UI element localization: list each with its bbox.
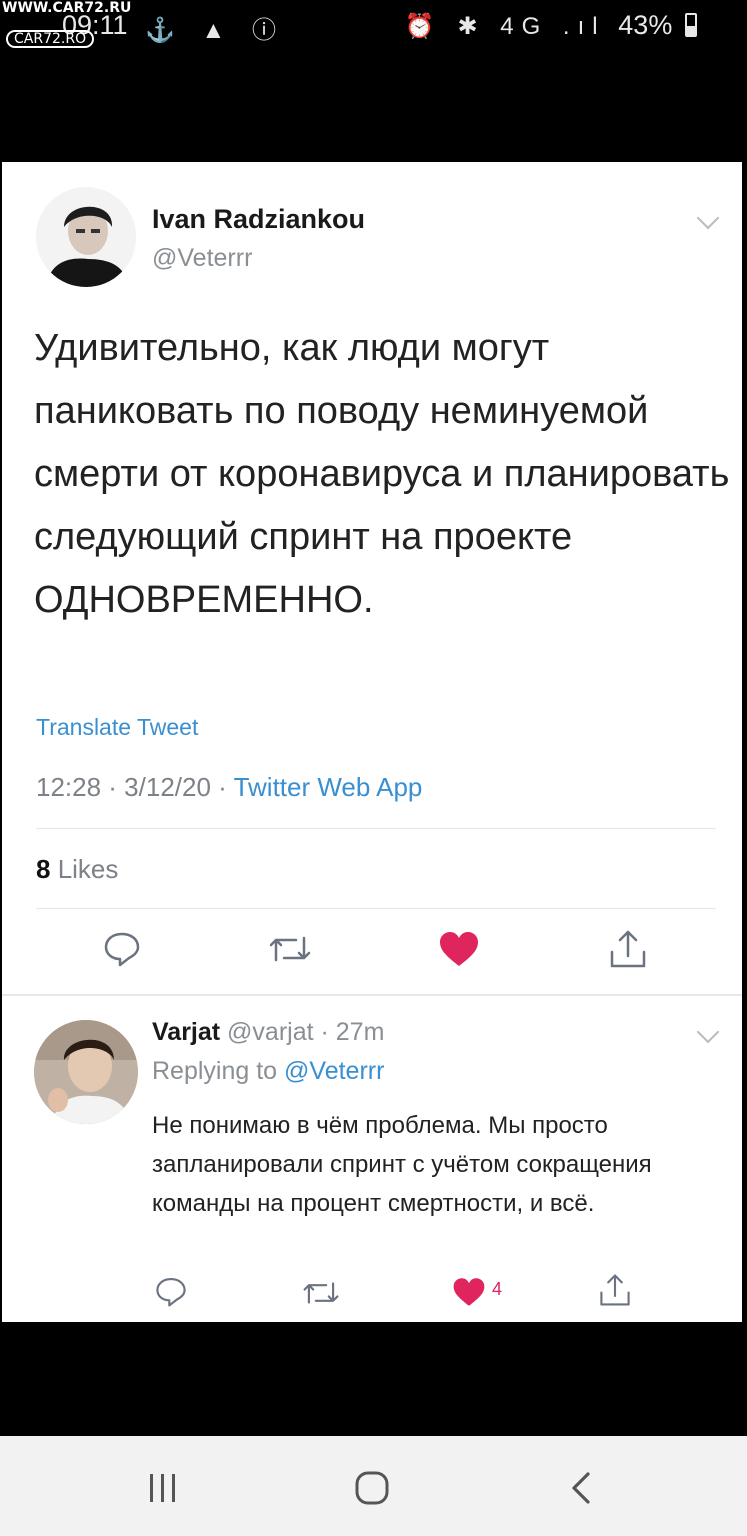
- tweet-timestamp: 12:28 · 3/12/20 · Twitter Web App: [36, 772, 422, 803]
- reply-meta: @varjat · 27m: [220, 1018, 385, 1046]
- likes-number: 8: [36, 854, 51, 884]
- replying-to: Replying to @Veterrr: [152, 1057, 384, 1086]
- battery-percentage: 43%: [618, 10, 673, 40]
- status-bar: 09:11 ⚓ ▲ ⓘ ⏰ ✱ 4G .ıl 43% WWW.CAR72.RU …: [0, 0, 747, 60]
- home-icon[interactable]: [354, 1470, 390, 1506]
- divider: [36, 828, 716, 829]
- tweet-screenshot: Ivan Radziankou @Veterrr Удивительно, ка…: [2, 162, 742, 1322]
- replying-handle[interactable]: @Veterrr: [284, 1057, 384, 1085]
- replying-prefix: Replying to: [152, 1057, 285, 1085]
- translate-tweet-link[interactable]: Translate Tweet: [36, 714, 198, 741]
- chevron-down-icon[interactable]: [696, 1020, 720, 1044]
- likes-label: Likes: [50, 854, 119, 884]
- heart-icon[interactable]: [438, 930, 480, 968]
- avatar[interactable]: [36, 187, 136, 287]
- watermark-logo: CAR72.RO: [6, 30, 95, 48]
- back-icon[interactable]: [568, 1470, 594, 1506]
- tweet-time: 12:28 · 3/12/20 ·: [36, 772, 234, 802]
- share-icon[interactable]: [598, 1272, 632, 1308]
- share-icon[interactable]: [608, 928, 648, 970]
- comment-icon[interactable]: [102, 928, 142, 968]
- alarm-bluetooth-signal-icons: ⏰ ✱ 4G .ıl: [404, 13, 606, 40]
- recent-apps-icon[interactable]: [146, 1472, 180, 1504]
- section-divider: [2, 994, 742, 996]
- reply-avatar-photo-icon: [34, 1020, 138, 1124]
- navigation-bar: [0, 1436, 747, 1536]
- reply-author-name: Varjat: [152, 1018, 221, 1046]
- watermark: WWW.CAR72.RU: [2, 0, 132, 16]
- system-icons: ⏰ ✱ 4G .ıl 43%: [405, 10, 697, 41]
- notification-icons: ⚓ ▲ ⓘ: [145, 17, 286, 44]
- battery-icon: [685, 13, 697, 37]
- comment-icon[interactable]: [154, 1274, 188, 1308]
- likes-count[interactable]: 8 Likes: [36, 854, 118, 885]
- author-name[interactable]: Ivan Radziankou: [152, 204, 365, 235]
- chevron-down-icon[interactable]: [696, 206, 720, 230]
- reply-avatar[interactable]: [34, 1020, 138, 1124]
- reply-text: Не понимаю в чём проблема. Мы просто зап…: [152, 1112, 652, 1217]
- tweet-source[interactable]: Twitter Web App: [234, 772, 423, 802]
- retweet-icon[interactable]: [268, 932, 312, 966]
- reply-like-count: 4: [492, 1279, 503, 1299]
- retweet-icon[interactable]: [302, 1278, 340, 1308]
- divider: [36, 908, 716, 909]
- tweet-text: Удивительно, как люди могут паниковать п…: [34, 327, 730, 621]
- reply-author[interactable]: Varjat @varjat · 27m: [152, 1018, 384, 1047]
- avatar-photo-icon: [36, 187, 136, 287]
- author-handle[interactable]: @Veterrr: [152, 244, 252, 273]
- heart-icon[interactable]: [452, 1276, 486, 1308]
